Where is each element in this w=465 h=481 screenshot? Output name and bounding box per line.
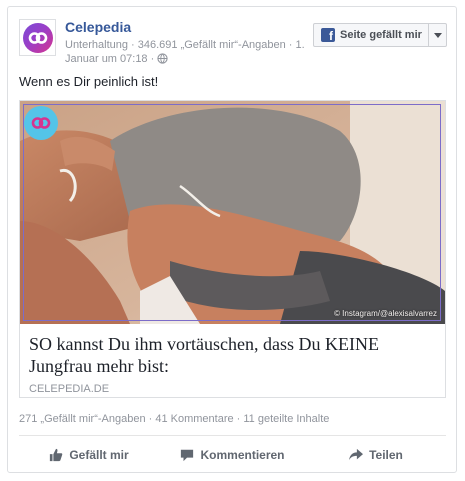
comment-bubble-icon <box>181 449 194 462</box>
post-actions-bar: Gefällt mir Kommentieren Teilen <box>19 441 446 469</box>
celepedia-badge-icon <box>24 106 58 140</box>
share-label: Teilen <box>369 448 403 462</box>
link-domain: CELEPEDIA.DE <box>29 383 110 395</box>
share-button[interactable]: Teilen <box>306 441 446 469</box>
image-credit: © Instagram/@alexisalvarrez <box>334 309 437 318</box>
comment-label: Kommentieren <box>200 448 285 462</box>
facebook-post-card: Celepedia Unterhaltung · 346.691 „Gefäll… <box>7 6 457 473</box>
like-page-main[interactable]: f Seite gefällt mir <box>314 24 428 46</box>
like-page-dropdown[interactable] <box>428 24 446 46</box>
actions-divider <box>19 435 446 436</box>
share-arrow-icon <box>349 448 364 461</box>
facebook-icon: f <box>321 28 335 42</box>
link-preview[interactable]: © Instagram/@alexisalvarrez SO kannst Du… <box>19 100 446 398</box>
like-button[interactable]: Gefällt mir <box>19 441 159 469</box>
celepedia-logo-icon <box>22 22 53 53</box>
chevron-down-icon <box>433 32 442 38</box>
globe-icon <box>157 53 168 64</box>
link-title[interactable]: SO kannst Du ihm vortäuschen, dass Du KE… <box>29 333 434 377</box>
like-page-button[interactable]: f Seite gefällt mir <box>313 23 447 47</box>
post-meta-text: Unterhaltung · 346.691 „Gefällt mir“-Ang… <box>65 39 305 65</box>
comment-button[interactable]: Kommentieren <box>163 441 303 469</box>
thumbs-up-icon <box>50 448 63 462</box>
link-image[interactable]: © Instagram/@alexisalvarrez <box>20 101 445 324</box>
like-page-label: Seite gefällt mir <box>340 29 422 41</box>
page-avatar[interactable] <box>19 19 56 56</box>
like-label: Gefällt mir <box>69 448 129 462</box>
post-meta: Unterhaltung · 346.691 „Gefällt mir“-Ang… <box>65 38 310 66</box>
page-name-link[interactable]: Celepedia <box>65 19 131 35</box>
post-text: Wenn es Dir peinlich ist! <box>19 74 159 89</box>
engagement-stats[interactable]: 271 „Gefällt mir“-Angaben · 41 Kommentar… <box>19 413 329 425</box>
